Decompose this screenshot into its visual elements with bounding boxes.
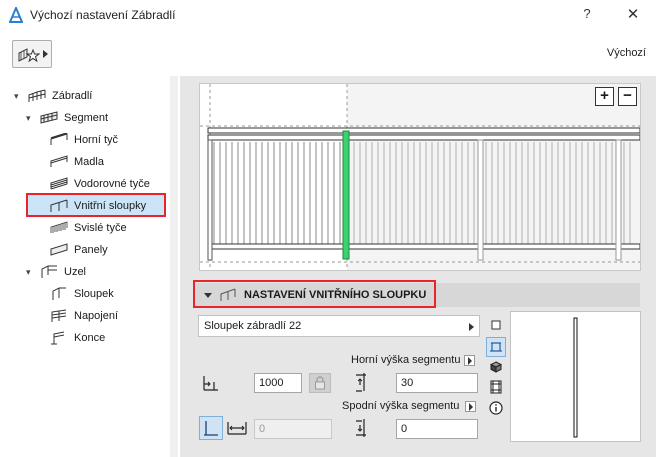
3d-view-button[interactable] <box>486 357 506 377</box>
plan-view-button[interactable] <box>486 315 506 335</box>
square-icon <box>491 320 501 330</box>
inner-post-settings-header[interactable]: NASTAVENÍ VNITŘNÍHO SLOUPKU <box>194 283 640 307</box>
tree-item-label: Madla <box>74 156 104 168</box>
tree-item-panels[interactable]: Panely <box>50 239 166 261</box>
post-profile-preview <box>510 311 641 442</box>
tree-item-post[interactable]: Sloupek <box>50 283 166 305</box>
tree-item-label: Panely <box>74 244 108 256</box>
tree-item-top-rail[interactable]: Horní tyč <box>50 129 166 151</box>
collapse-arrow-icon[interactable] <box>204 292 212 298</box>
elevation-view-button[interactable] <box>486 337 506 357</box>
tree-item-node[interactable]: ▾ Uzel <box>26 261 166 283</box>
tree-item-inner-posts[interactable]: Vnitřní sloupky <box>26 195 166 217</box>
post-profile-drawing <box>573 317 578 438</box>
bottom-height-menu-button[interactable] <box>465 401 476 412</box>
select-arrow-icon <box>469 323 474 331</box>
bottom-offset-icon <box>356 419 366 437</box>
info-icon <box>489 401 503 415</box>
film-icon <box>490 380 502 394</box>
bottom-height-label: Spodní výška segmentu <box>342 400 460 412</box>
tree-scrollbar[interactable] <box>170 76 178 457</box>
top-height-menu-button[interactable] <box>464 355 475 366</box>
tree-item-horizontal-rails[interactable]: Vodorovné tyče <box>50 173 166 195</box>
expand-arrow-icon[interactable]: ▾ <box>26 113 36 124</box>
tree-item-label: Vnitřní sloupky <box>74 200 147 212</box>
align-left-toggle[interactable] <box>199 416 223 440</box>
railing-icon <box>28 89 46 102</box>
tree-item-balusters[interactable]: Svislé tyče <box>50 217 166 239</box>
tree-item-segment[interactable]: ▾ Segment <box>26 107 166 129</box>
lock-button[interactable] <box>309 373 331 393</box>
expand-arrow-icon[interactable]: ▾ <box>26 267 36 278</box>
section-view-button[interactable] <box>486 377 506 397</box>
tree-item-label: Napojení <box>74 310 119 322</box>
balusters-icon <box>50 221 68 233</box>
help-button[interactable]: ? <box>577 6 597 24</box>
favorites-arrow-icon <box>43 50 48 58</box>
panels-icon <box>50 243 68 256</box>
info-button[interactable] <box>486 398 506 418</box>
archicad-app-icon <box>9 7 23 23</box>
post-profile-value: Sloupek zábradlí 22 <box>204 320 302 332</box>
top-height-label: Horní výška segmentu <box>351 354 461 366</box>
tree-item-label: Uzel <box>64 266 87 278</box>
horizontal-rails-icon <box>50 177 68 190</box>
window-title: Výchozí nastavení Zábradlí <box>30 8 176 22</box>
top-offset-icon <box>356 373 366 392</box>
tree-item-label: Zábradlí <box>52 90 93 102</box>
tree-item-label: Horní tyč <box>74 134 119 146</box>
star-railing-icon <box>18 48 40 63</box>
post-profile-select[interactable]: Sloupek zábradlí 22 <box>198 315 480 337</box>
tree-item-railing[interactable]: ▾ Zábradlí <box>14 85 164 107</box>
bottom-height-input[interactable]: 0 <box>396 419 478 439</box>
ends-icon <box>51 331 65 345</box>
connection-icon <box>51 309 67 322</box>
align-left-icon <box>204 421 218 436</box>
tree-item-label: Segment <box>64 112 109 124</box>
railing-preview[interactable] <box>199 83 641 271</box>
distribute-icon <box>227 422 247 435</box>
expand-arrow-icon[interactable]: ▾ <box>14 91 24 102</box>
distribute-toggle[interactable] <box>225 416 249 440</box>
tree-item-label: Sloupek <box>74 288 114 300</box>
post-icon <box>52 287 66 300</box>
top-height-input[interactable]: 30 <box>396 373 478 393</box>
elevation-icon <box>490 342 502 352</box>
cube-icon <box>490 361 502 373</box>
zoom-in-button[interactable]: + <box>595 87 614 106</box>
tree-item-label: Vodorovné tyče <box>74 178 150 190</box>
tree-item-connection[interactable]: Napojení <box>50 305 166 327</box>
handrail-icon <box>50 155 68 167</box>
section-title: NASTAVENÍ VNITŘNÍHO SLOUPKU <box>244 289 427 301</box>
segment-icon <box>40 111 58 124</box>
spacing-icon <box>203 376 218 391</box>
tree-item-ends[interactable]: Konce <box>50 327 166 349</box>
zoom-out-button[interactable]: − <box>618 87 637 106</box>
inner-posts-icon <box>220 288 236 301</box>
tree-item-label: Konce <box>74 332 106 344</box>
tree-item-label: Svislé tyče <box>74 222 127 234</box>
default-label: Výchozí <box>606 47 646 59</box>
offset-input[interactable]: 0 <box>254 419 332 439</box>
spacing-input[interactable]: 1000 <box>254 373 302 393</box>
favorites-button[interactable] <box>12 40 52 68</box>
lock-icon <box>315 376 325 390</box>
top-rail-icon <box>50 133 68 145</box>
title-bar: Výchozí nastavení Zábradlí ? ✕ <box>0 0 656 30</box>
tree-item-handrail[interactable]: Madla <box>50 151 166 173</box>
close-button[interactable]: ✕ <box>620 5 646 25</box>
inner-posts-icon <box>50 199 68 212</box>
railing-elevation-drawing <box>200 84 640 270</box>
node-icon <box>41 265 57 278</box>
